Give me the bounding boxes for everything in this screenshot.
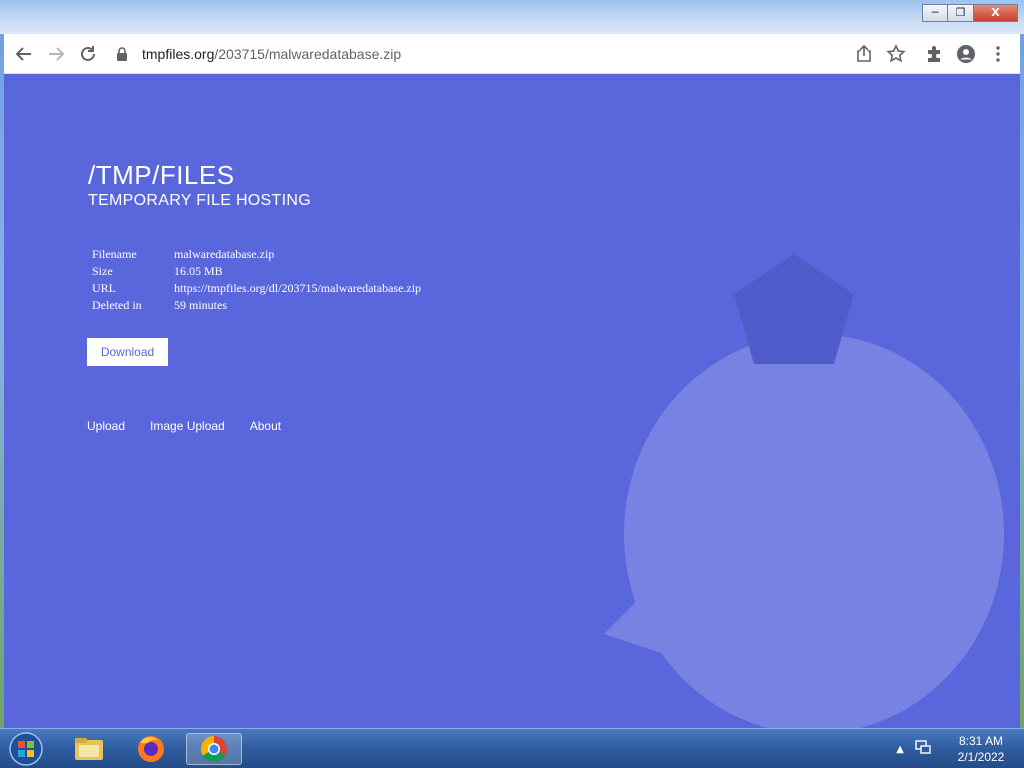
info-label: Filename (92, 247, 137, 261)
site-subtitle: TEMPORARY FILE HOSTING (88, 192, 311, 209)
info-label: URL (92, 281, 116, 295)
window-titlebar: ─ ❐ X (0, 0, 1024, 34)
page-viewport: /TMP/FILES TEMPORARY FILE HOSTING Filena… (4, 74, 1020, 728)
info-value: malwaredatabase.zip (174, 247, 275, 261)
file-info-table: Filename malwaredatabase.zip Size 16.05 … (90, 246, 423, 314)
info-label: Deleted in (92, 298, 142, 312)
clock-time: 8:31 AM (958, 734, 1004, 748)
close-button[interactable]: X (974, 4, 1018, 22)
star-icon[interactable] (884, 42, 908, 66)
info-row-size: Size 16.05 MB (90, 263, 423, 280)
reload-icon[interactable] (76, 42, 100, 66)
info-value: 16.05 MB (174, 264, 223, 278)
nav-upload-link[interactable]: Upload (87, 419, 125, 433)
info-row-filename: Filename malwaredatabase.zip (90, 246, 423, 263)
window-controls: ─ ❐ X (922, 4, 1018, 22)
menu-icon[interactable] (986, 42, 1010, 66)
nav-about-link[interactable]: About (250, 419, 281, 433)
taskbar: ▲ 8:31 AM 2/1/2022 (0, 728, 1024, 768)
info-row-deleted-in: Deleted in 59 minutes (90, 297, 423, 314)
url-text: tmpfiles.org/203715/malwaredatabase.zip (142, 46, 401, 62)
clock[interactable]: 8:31 AM 2/1/2022 (946, 733, 1016, 765)
nav-image-upload-link[interactable]: Image Upload (150, 419, 225, 433)
url-domain: tmpfiles.org (142, 46, 215, 62)
restore-button[interactable]: ❐ (948, 4, 974, 22)
footer-nav: Upload Image Upload About (87, 419, 281, 433)
share-icon[interactable] (852, 42, 876, 66)
profile-icon[interactable] (954, 42, 978, 66)
start-button[interactable] (6, 732, 46, 766)
windows-explorer-icon[interactable] (70, 733, 108, 765)
info-value: https://tmpfiles.org/dl/203715/malwareda… (174, 281, 422, 295)
lock-icon[interactable] (114, 46, 130, 62)
forward-icon[interactable] (44, 42, 68, 66)
browser-toolbar: tmpfiles.org/203715/malwaredatabase.zip (4, 34, 1020, 74)
extensions-icon[interactable] (922, 42, 946, 66)
url-path: /203715/malwaredatabase.zip (214, 46, 402, 62)
chrome-icon[interactable] (186, 733, 242, 765)
clock-date: 2/1/2022 (957, 750, 1005, 764)
system-tray: ▲ 8:31 AM 2/1/2022 (896, 729, 1016, 768)
minimize-button[interactable]: ─ (922, 4, 948, 22)
download-button[interactable]: Download (87, 338, 168, 366)
tray-overflow-icon[interactable]: ▲ (896, 744, 904, 755)
info-value: 59 minutes (174, 298, 227, 312)
info-row-url: URL https://tmpfiles.org/dl/203715/malwa… (90, 280, 423, 297)
address-bar[interactable]: tmpfiles.org/203715/malwaredatabase.zip (114, 40, 844, 68)
site-title: /TMP/FILES (88, 160, 235, 190)
background-art (604, 254, 1004, 728)
firefox-icon[interactable] (132, 733, 170, 765)
back-icon[interactable] (12, 42, 36, 66)
info-label: Size (92, 264, 113, 278)
network-icon[interactable] (914, 738, 932, 761)
